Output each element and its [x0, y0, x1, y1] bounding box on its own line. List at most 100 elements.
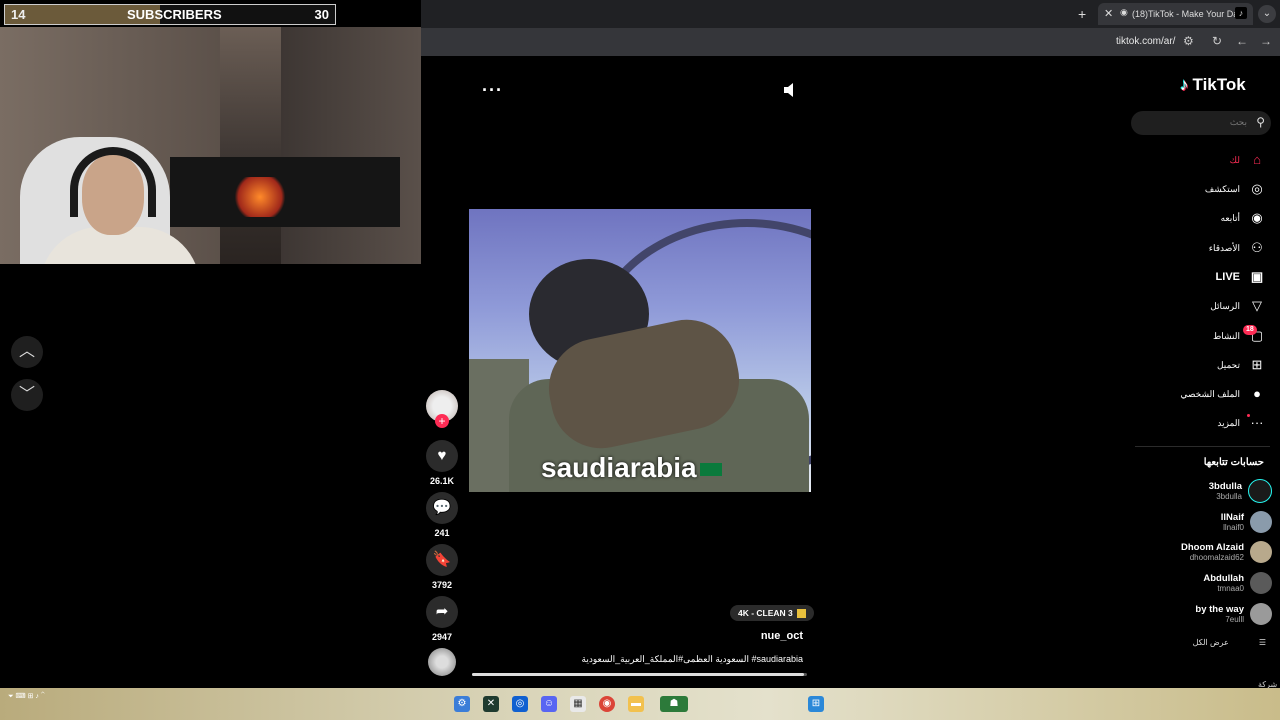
back-icon[interactable]: ← — [1236, 34, 1248, 48]
comment-button[interactable]: 💬 — [426, 492, 458, 524]
discord-taskbar-icon[interactable]: ☺ — [541, 696, 557, 712]
video-username[interactable]: nue_oct — [700, 630, 803, 642]
avatar — [1248, 479, 1272, 503]
music-disc-icon[interactable] — [428, 648, 456, 676]
following-icon: ◉ — [1251, 210, 1263, 225]
subscriber-current: 14 — [11, 7, 26, 22]
sidebar-item-label: النشاط — [1212, 330, 1240, 341]
search-input[interactable]: بحث ⚲ — [1131, 111, 1271, 135]
share-button[interactable]: ➦ — [426, 596, 458, 628]
following-account[interactable]: by the way 7eulll — [1195, 603, 1272, 625]
tab-audio-icon: ◉ — [1120, 7, 1128, 17]
sidebar-item-friends[interactable]: ⚇ الأصدقاء — [1209, 237, 1266, 259]
chrome-taskbar-icon[interactable]: ◉ — [599, 696, 615, 712]
saudi-flag-icon — [699, 463, 722, 477]
profile-icon: ● — [1253, 386, 1261, 401]
subscriber-goal: 30 — [314, 7, 329, 22]
url-field[interactable]: tiktok.com/ar/ — [1116, 36, 1175, 47]
live-icon: ▣ — [1250, 269, 1264, 284]
subscriber-title: SUBSCRIBERS — [127, 7, 222, 22]
avatar — [1250, 541, 1272, 563]
following-account[interactable]: Dhoom Alzaid dhoomalzaid62 — [1181, 541, 1272, 563]
next-video-button[interactable]: ﹀ — [11, 379, 43, 411]
browser-tab[interactable]: ✕ ◉ (18)TikTok - Make Your Day ♪ — [1098, 3, 1253, 25]
sidebar-item-label: LIVE — [1215, 271, 1240, 283]
app-taskbar-icon[interactable]: ◎ — [512, 696, 528, 712]
sidebar-item-live[interactable]: ▣ LIVE — [1216, 266, 1266, 288]
reload-icon[interactable]: ↻ — [1212, 34, 1222, 48]
game-taskbar-icon[interactable]: ☗ — [660, 696, 688, 712]
tiktok-favicon-icon: ♪ — [1235, 7, 1247, 19]
xbox-taskbar-icon[interactable]: ✕ — [483, 696, 499, 712]
account-name: Abdullah — [1203, 573, 1244, 584]
following-account[interactable]: 3bdulla 3bdulla — [1209, 479, 1272, 503]
following-accounts-title: حسابات تتابعها — [1203, 457, 1264, 468]
account-name: Dhoom Alzaid — [1181, 542, 1244, 553]
taskbar-tray[interactable]: ⏷ ⌨ ⊞ ♪ ⌃ — [8, 692, 45, 701]
video-progress-bar[interactable] — [472, 673, 807, 676]
inbox-badge: 18 — [1243, 325, 1257, 335]
start-taskbar-icon[interactable]: ⊞ — [808, 696, 824, 712]
store-taskbar-icon[interactable]: ▦ — [570, 696, 586, 712]
tab-close-icon[interactable]: ✕ — [1104, 7, 1113, 20]
see-all-link[interactable]: ☰ عرض الكل — [1193, 638, 1266, 647]
tab-search-button[interactable]: ⌄ — [1258, 5, 1276, 23]
sidebar-item-home[interactable]: ⌂ لك — [1230, 149, 1266, 171]
avatar — [1250, 511, 1272, 533]
more-notification-dot — [1247, 414, 1250, 417]
avatar — [1250, 572, 1272, 594]
sidebar-item-profile[interactable]: ● الملف الشخصي — [1180, 383, 1266, 405]
save-button[interactable]: 🔖 — [426, 544, 458, 576]
sidebar-item-inbox[interactable]: ▢ النشاط — [1213, 325, 1266, 347]
share-icon: ➦ — [435, 603, 449, 620]
account-handle: tmnaa0 — [1217, 584, 1244, 593]
sidebar-item-label: استكشف — [1204, 183, 1240, 194]
account-handle: llnaif0 — [1223, 523, 1244, 532]
video-progress-fill — [472, 673, 804, 676]
account-handle: 3bdulla — [1216, 492, 1242, 501]
sidebar-item-label: الملف الشخصي — [1180, 388, 1240, 399]
settings-taskbar-icon[interactable]: ⚙ — [454, 696, 470, 712]
subscriber-bar: 14 SUBSCRIBERS 30 — [4, 4, 336, 25]
follow-plus-icon[interactable]: + — [435, 414, 449, 428]
volume-icon[interactable] — [783, 82, 797, 98]
avatar — [1250, 603, 1272, 625]
list-icon: ☰ — [1258, 638, 1266, 647]
compass-icon: ◎ — [1251, 181, 1263, 196]
share-count: 2947 — [431, 632, 453, 642]
file-explorer-taskbar-icon[interactable]: ▬ — [628, 696, 644, 712]
sidebar-item-compass[interactable]: ◎ استكشف — [1205, 178, 1266, 200]
following-account[interactable]: llNaif llnaif0 — [1221, 511, 1272, 533]
site-settings-icon[interactable]: ⚙ — [1183, 34, 1194, 48]
search-icon[interactable]: ⚲ — [1256, 115, 1265, 129]
home-icon: ⌂ — [1253, 152, 1261, 167]
tiktok-logo[interactable]: ♪ TikTok — [1180, 75, 1246, 95]
comment-icon: 💬 — [432, 499, 452, 516]
save-count: 3792 — [431, 580, 453, 590]
like-button[interactable]: ♥ — [426, 440, 458, 472]
bookmark-icon: 🔖 — [432, 551, 452, 568]
sidebar-item-messages[interactable]: ▽ الرسائل — [1210, 295, 1266, 317]
more-options-icon[interactable]: ··· — [482, 80, 503, 101]
friends-icon: ⚇ — [1251, 240, 1263, 255]
sidebar-divider — [1135, 446, 1270, 447]
new-tab-button[interactable]: + — [1078, 6, 1086, 22]
sidebar-item-label: الرسائل — [1210, 300, 1240, 311]
account-handle: dhoomalzaid62 — [1189, 553, 1244, 562]
search-placeholder: بحث — [1229, 117, 1247, 127]
sidebar-item-label: الأصدقاء — [1208, 242, 1240, 253]
webcam-overlay — [0, 27, 421, 264]
video-frame[interactable]: saudiarabia — [469, 209, 811, 492]
account-name: llNaif — [1220, 512, 1244, 523]
sidebar-item-more[interactable]: ··· المزيد — [1217, 412, 1266, 434]
sidebar-item-upload[interactable]: ⊞ تحميل — [1217, 354, 1266, 376]
forward-icon[interactable]: → — [1260, 34, 1272, 48]
video-description: السعودية العظمى#المملكة_العربية_السعودية… — [581, 654, 803, 664]
following-account[interactable]: Abdullah tmnaa0 — [1203, 572, 1272, 594]
previous-video-button[interactable]: ︿ — [11, 336, 43, 368]
sidebar-item-following[interactable]: ◉ أتابعه — [1221, 207, 1266, 229]
more-icon: ··· — [1250, 415, 1264, 430]
sidebar-item-label: تحميل — [1216, 359, 1240, 370]
heart-icon: ♥ — [437, 447, 447, 464]
effect-badge[interactable]: 4K - CLEAN 3 — [730, 605, 814, 621]
